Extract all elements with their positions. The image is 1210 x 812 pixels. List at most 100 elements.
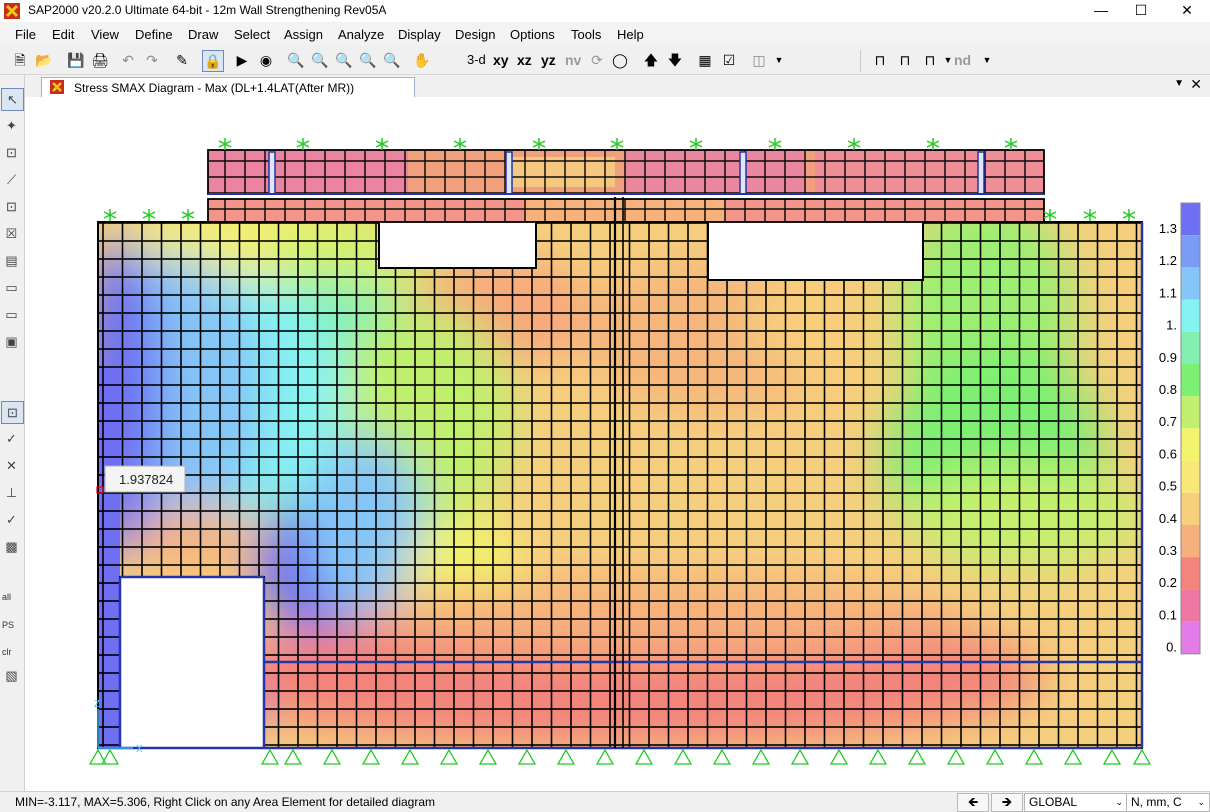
quick-draw-area-icon[interactable]: ▣: [1, 331, 22, 352]
legend-label: 0.2: [1159, 575, 1177, 590]
quick-draw-frame-icon[interactable]: ⊡: [1, 196, 22, 217]
display-options-icon[interactable]: ▦: [695, 50, 715, 70]
snap-to-points-icon[interactable]: ⊡: [1, 401, 24, 424]
lock-model-icon[interactable]: 🔒: [202, 50, 224, 72]
draw-point-icon[interactable]: ⊡: [1, 142, 22, 163]
quick-draw-secondary-beam-icon[interactable]: ▤: [1, 250, 22, 271]
perspective-toggle-icon[interactable]: ◯: [610, 50, 630, 70]
status-message: MIN=-3.117, MAX=5.306, Right Click on an…: [15, 795, 435, 809]
view-yz-button[interactable]: yz: [541, 52, 556, 68]
draw-poly-area-icon[interactable]: ▭: [1, 277, 22, 298]
draw-frame-line-icon[interactable]: ⟋: [1, 169, 22, 190]
move-up-icon[interactable]: 🡅: [641, 50, 661, 70]
run-analysis-icon[interactable]: ▶: [232, 50, 252, 70]
pointer-select-icon[interactable]: ↖: [1, 88, 24, 111]
zoom-in-icon[interactable]: 🔍: [358, 50, 378, 70]
legend-swatch: [1181, 203, 1200, 236]
status-back-button[interactable]: 🡸: [957, 793, 989, 812]
stress-contour-diagram[interactable]: X Z 1.937824 1.3 1.2 1.1 1. 0.9 0.8 0.7 0.6 0.5 0…: [25, 97, 1210, 791]
legend-swatch: [1181, 557, 1200, 590]
tab-stress-diagram[interactable]: Stress SMAX Diagram - Max (DL+1.4LAT(Aft…: [41, 77, 415, 97]
menu-assign[interactable]: Assign: [284, 27, 323, 42]
window-tab-bar: Stress SMAX Diagram - Max (DL+1.4LAT(Aft…: [25, 75, 1210, 97]
menu-design[interactable]: Design: [455, 27, 495, 42]
quick-draw-brace-icon[interactable]: ☒: [1, 223, 22, 244]
draw-frame-icon[interactable]: ⊓: [870, 50, 890, 70]
window-title: SAP2000 v20.2.0 Ultimate 64-bit - 12m Wa…: [28, 3, 387, 17]
close-tab-icon[interactable]: ✕: [1190, 76, 1202, 93]
legend-label: 1.3: [1159, 221, 1177, 236]
restore-previous-zoom-icon[interactable]: 🔍: [334, 50, 354, 70]
main-toolbar: 🗎 📂 💾 🖨 ↶ ↷ ✎ 🔒 ▶ ◉ 🔍 🔍 🔍 🔍 🔍 ✋ 3-d xy x…: [0, 46, 1210, 75]
menu-options[interactable]: Options: [510, 27, 555, 42]
view-xy-button[interactable]: xy: [493, 52, 509, 68]
coordinate-system-select[interactable]: GLOBAL ⌄: [1024, 793, 1128, 812]
restore-full-view-icon[interactable]: 🔍: [310, 50, 330, 70]
run-now-icon[interactable]: ◉: [256, 50, 276, 70]
clear-selection-button[interactable]: clr: [2, 647, 12, 657]
select-all-button[interactable]: all: [2, 592, 11, 602]
menu-file[interactable]: File: [15, 27, 36, 42]
move-down-icon[interactable]: 🡇: [665, 50, 685, 70]
rubber-band-zoom-icon[interactable]: 🔍: [286, 50, 306, 70]
nd-dropdown-icon[interactable]: ▼: [977, 50, 997, 70]
save-icon[interactable]: 💾: [66, 50, 86, 70]
status-forward-button[interactable]: 🡺: [991, 793, 1023, 812]
redo-icon[interactable]: ↷: [142, 50, 162, 70]
view-xz-button[interactable]: xz: [517, 52, 532, 68]
snap-to-intersections-icon[interactable]: ✕: [1, 455, 22, 476]
view-3d-button[interactable]: 3-d: [467, 52, 486, 67]
refresh-view-icon[interactable]: ✎: [172, 50, 192, 70]
snap-to-lines-icon[interactable]: ✓: [1, 509, 22, 530]
snap-grid-icon[interactable]: ▩: [1, 536, 22, 557]
snap-perpendicular-icon[interactable]: ⊥: [1, 482, 22, 503]
set-display-options-icon[interactable]: ☑: [719, 50, 739, 70]
legend-swatch: [1181, 621, 1200, 654]
maximize-button[interactable]: ☐: [1118, 0, 1164, 22]
rotate-view-icon[interactable]: ⟳: [587, 50, 607, 70]
menu-view[interactable]: View: [91, 27, 119, 42]
wall-contour: [98, 222, 1142, 748]
draw-rectangular-area-icon[interactable]: ▭: [1, 304, 22, 325]
units-select[interactable]: N, mm, C ⌄: [1126, 793, 1210, 812]
menu-select[interactable]: Select: [234, 27, 270, 42]
menu-edit[interactable]: Edit: [52, 27, 74, 42]
menu-draw[interactable]: Draw: [188, 27, 218, 42]
open-model-icon[interactable]: 📂: [34, 50, 54, 70]
draw-brace-icon[interactable]: ⊓: [895, 50, 915, 70]
menu-display[interactable]: Display: [398, 27, 441, 42]
menu-tools[interactable]: Tools: [571, 27, 601, 42]
axis-x-label: X: [136, 744, 143, 755]
snap-to-ends-icon[interactable]: ✓: [1, 428, 22, 449]
pan-icon[interactable]: ✋: [412, 50, 432, 70]
intersecting-line-select-icon[interactable]: ▧: [1, 665, 22, 686]
legend-swatch: [1181, 267, 1200, 300]
legend-swatch: [1181, 331, 1200, 364]
previous-selection-button[interactable]: PS: [2, 620, 14, 630]
legend-label: 0.: [1166, 640, 1177, 655]
legend-label: 0.1: [1159, 607, 1177, 622]
draw-moment-frame-icon[interactable]: ⊓: [920, 50, 940, 70]
legend-swatch: [1181, 396, 1200, 429]
sap2000-tab-icon: [50, 80, 64, 94]
legend-swatch: [1181, 235, 1200, 268]
new-model-icon[interactable]: 🗎: [10, 50, 30, 70]
units-value: N, mm, C: [1131, 795, 1182, 809]
snap-options-icon[interactable]: ◫: [749, 50, 769, 70]
close-window-button[interactable]: ✕: [1164, 0, 1210, 22]
zoom-out-icon[interactable]: 🔍: [382, 50, 402, 70]
model-canvas[interactable]: X Z 1.937824 1.3 1.2 1.1 1. 0.9 0.8 0.7 0.6 0.5 0…: [25, 97, 1210, 791]
print-icon[interactable]: 🖨: [90, 50, 110, 70]
legend-label: 0.6: [1159, 446, 1177, 461]
view-nd-button[interactable]: nd: [954, 52, 971, 68]
menu-help[interactable]: Help: [617, 27, 644, 42]
undo-icon[interactable]: ↶: [118, 50, 138, 70]
title-bar: SAP2000 v20.2.0 Ultimate 64-bit - 12m Wa…: [0, 0, 1210, 22]
sap2000-logo-icon: [4, 3, 20, 19]
view-nv-button[interactable]: nv: [565, 52, 581, 68]
snap-dropdown-icon[interactable]: ▼: [769, 50, 789, 70]
window-list-dropdown-icon[interactable]: ▼: [1174, 78, 1184, 89]
menu-analyze[interactable]: Analyze: [338, 27, 384, 42]
menu-define[interactable]: Define: [135, 27, 173, 42]
reshape-object-icon[interactable]: ✦: [1, 115, 22, 136]
